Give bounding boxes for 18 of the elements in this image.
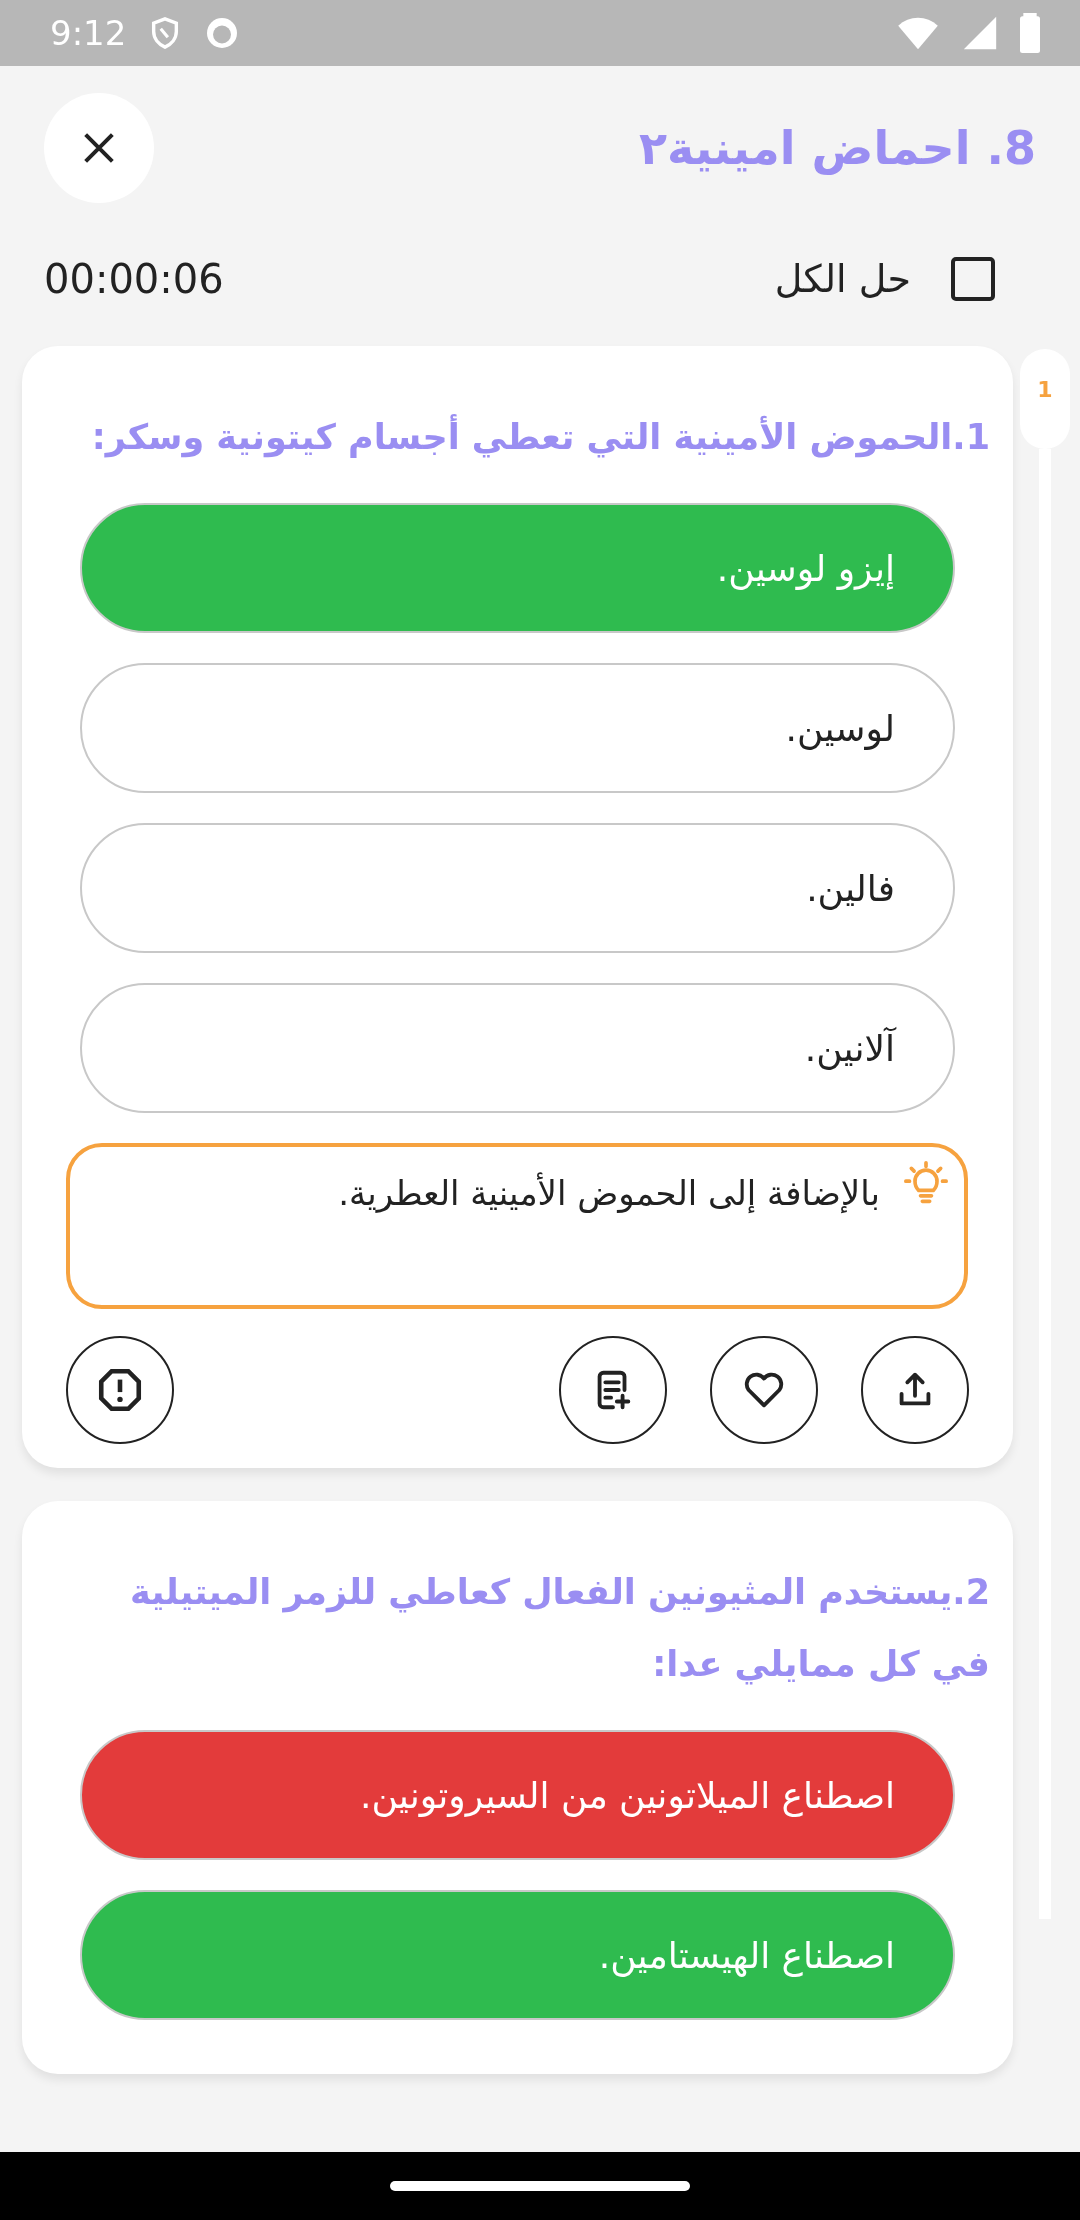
battery-icon	[1020, 13, 1040, 53]
solve-all-checkbox[interactable]: حل الكل	[774, 257, 995, 301]
lightbulb-icon	[904, 1161, 948, 1205]
signal-icon	[962, 15, 998, 51]
answer-option[interactable]: فالين.	[80, 823, 955, 953]
question-text: 2.يستخدم المثيونين الفعال كعاطي للزمر الميتيلية في كل ممايلي عدا:	[129, 1571, 991, 1687]
home-handle[interactable]	[390, 2181, 690, 2191]
quiz-title: 8. احماض امينية٢	[638, 121, 1036, 175]
answer-option[interactable]: آلانين.	[80, 983, 955, 1113]
wifi-icon	[896, 15, 940, 51]
status-time: 9:12	[50, 13, 127, 53]
hint-text: بالإضافة إلى الحموض الأمينية العطرية.	[338, 1173, 880, 1213]
answer-option[interactable]: لوسين.	[80, 663, 955, 793]
solve-all-label: حل الكل	[774, 257, 911, 301]
checkbox[interactable]	[951, 257, 995, 301]
timer: 00:00:06	[44, 256, 224, 302]
question-text: 1.الحموض الأمينية التي تعطي أجسام كيتونية وسكر:	[22, 401, 1013, 473]
answer-option[interactable]: اصطناع الميلاتونين من السيروتونين.	[80, 1730, 955, 1860]
